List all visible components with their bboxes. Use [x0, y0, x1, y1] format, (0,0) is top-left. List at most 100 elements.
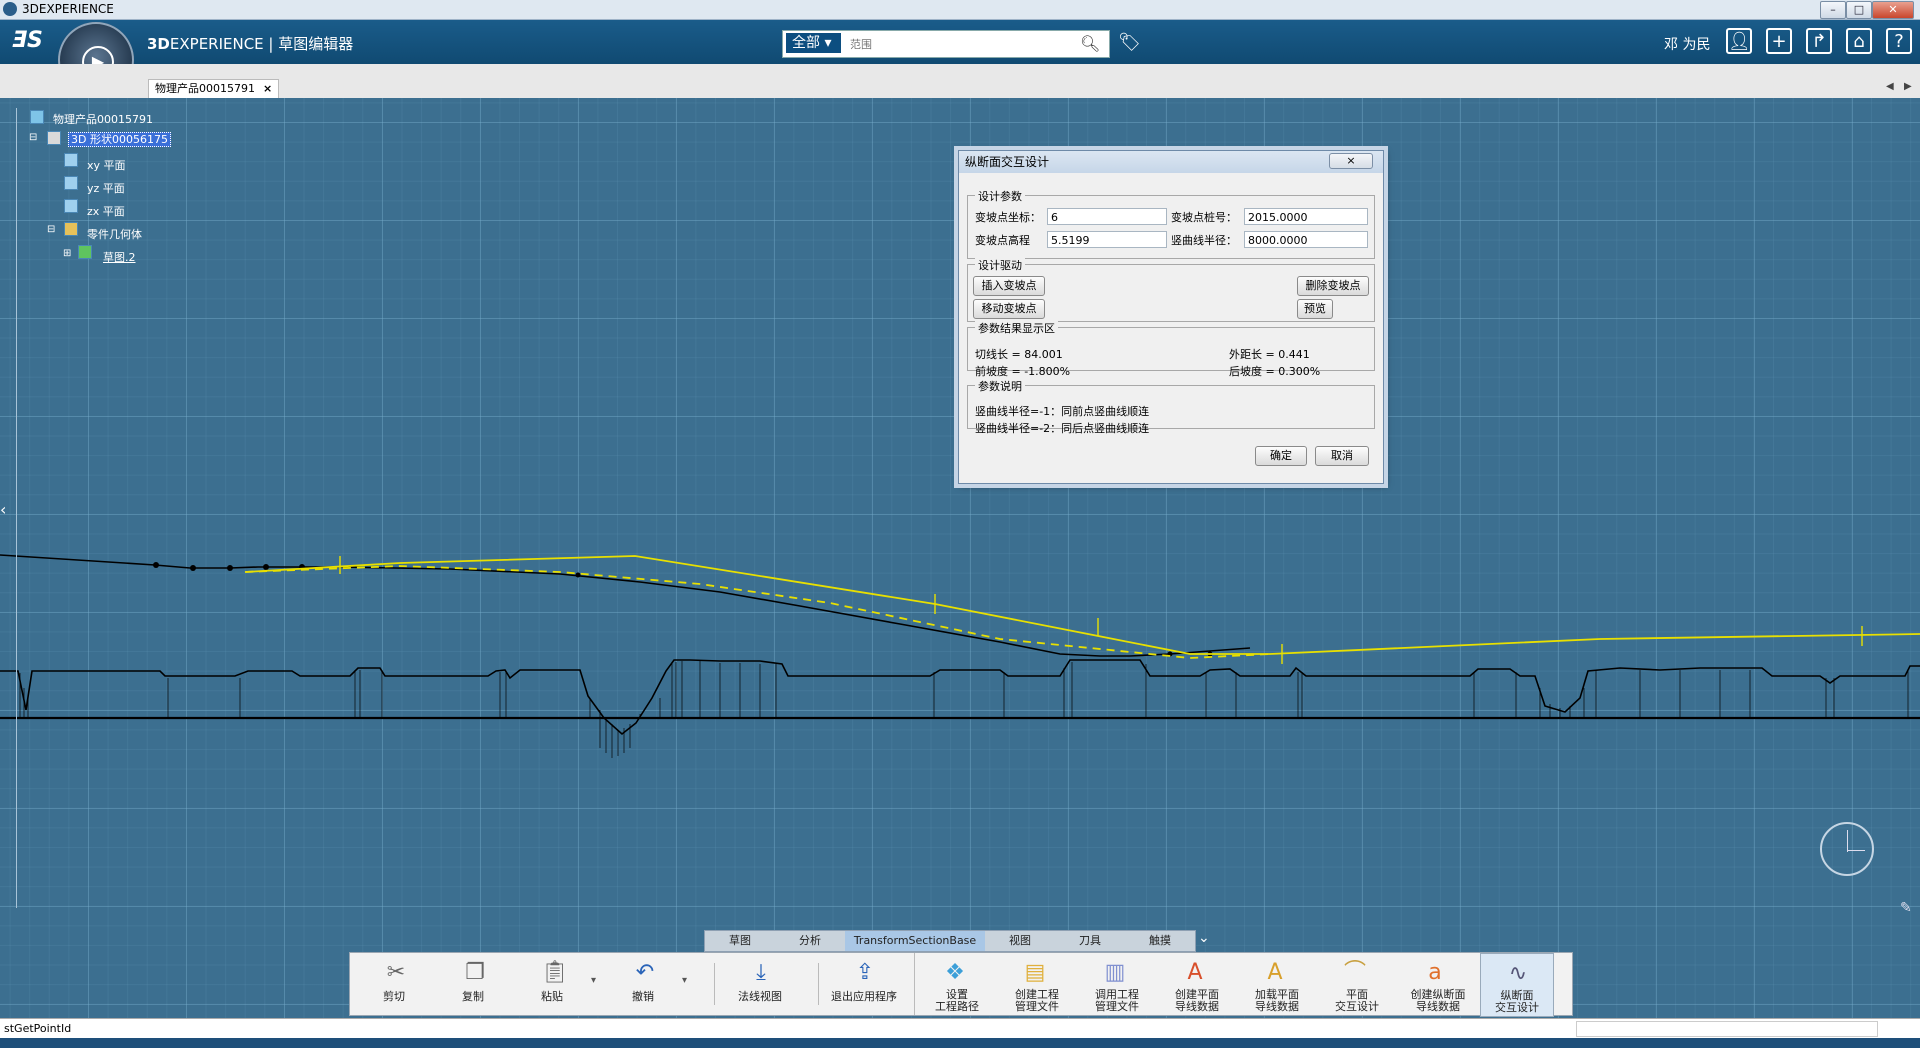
exit-icon: ⇪	[855, 960, 875, 985]
search-scope-dropdown[interactable]: 全部 ▾	[786, 33, 841, 53]
note-line: 竖曲线半径=-1：同前点竖曲线顺连	[975, 405, 1150, 418]
tab-analysis[interactable]: 分析	[775, 931, 845, 951]
insert-point-button[interactable]: 插入变坡点	[973, 276, 1045, 296]
profile-interact-label: 纵断面 交互设计	[1495, 989, 1539, 1014]
load-plane-label: 加载平面 导线数据	[1255, 988, 1299, 1013]
tree-item-yz[interactable]: yz 平面	[87, 180, 125, 196]
create-profile-label: 创建纵断面 导线数据	[1410, 988, 1466, 1013]
tree-shape[interactable]: 3D 形状00056175	[68, 131, 171, 147]
copy-label: 复制	[462, 990, 484, 1003]
radius-field[interactable]: 8000.0000	[1244, 231, 1368, 248]
command-input[interactable]	[1576, 1021, 1878, 1037]
tree-item-xy[interactable]: xy 平面	[87, 157, 126, 173]
tab-sketch[interactable]: 草图	[705, 931, 775, 951]
paste-button[interactable]: 📋︎ 粘贴	[517, 953, 587, 1015]
normal-view-button[interactable]: ⤓ 法线视图	[720, 953, 800, 1015]
help-icon[interactable]: ?	[1886, 28, 1912, 54]
exit-app-label: 退出应用程序	[831, 990, 897, 1003]
scissors-icon: ✂	[386, 960, 406, 985]
maximize-icon[interactable]: □	[1846, 1, 1872, 19]
create-mgmt-button[interactable]: ▤ 创建工程 管理文件	[998, 953, 1076, 1015]
dialog-close-button[interactable]: ×	[1329, 153, 1373, 169]
group-design-params	[967, 195, 1375, 259]
tree-root[interactable]: 物理产品00015791	[53, 111, 153, 127]
call-mgmt-label: 调用工程 管理文件	[1095, 988, 1139, 1013]
document-icon: ▥	[1104, 960, 1126, 985]
tag-icon[interactable]: 🏷︎	[1118, 32, 1141, 53]
exit-app-button[interactable]: ⇪ 退出应用程序	[824, 953, 904, 1015]
station-field[interactable]: 2015.0000	[1244, 208, 1368, 225]
chevron-down-icon[interactable]: ⌄	[1198, 930, 1210, 946]
search-input[interactable]	[848, 33, 1072, 55]
tab-view[interactable]: 视图	[985, 931, 1055, 951]
expand-node-icon[interactable]: ⊞	[63, 248, 71, 259]
plane-icon	[64, 176, 78, 190]
create-plane-label: 创建平面 导线数据	[1175, 988, 1219, 1013]
home-icon[interactable]: ⌂	[1846, 28, 1872, 54]
separator	[818, 963, 819, 1005]
app-logo-icon	[3, 2, 17, 16]
pencil-icon[interactable]: ✎	[1900, 900, 1912, 916]
tree-item-zx[interactable]: zx 平面	[87, 203, 125, 219]
dialog-title-bar[interactable]: 纵断面交互设计	[959, 151, 1383, 173]
app-title: 3DEXPERIENCE | 草图编辑器	[147, 35, 354, 53]
create-plane-button[interactable]: A 创建平面 导线数据	[1158, 953, 1236, 1015]
dialog-title: 纵断面交互设计	[965, 155, 1050, 169]
plane-icon	[64, 153, 78, 167]
ok-button[interactable]: 确定	[1255, 446, 1307, 466]
ds-logo-icon: ƎS	[12, 28, 43, 53]
call-mgmt-button[interactable]: ▥ 调用工程 管理文件	[1078, 953, 1156, 1015]
tab-document[interactable]: 物理产品00015791 ×	[148, 79, 280, 98]
tab-touch[interactable]: 触摸	[1125, 931, 1195, 951]
document-tab-bar	[0, 64, 1920, 99]
tree-shape-label[interactable]: 3D 形状00056175	[68, 132, 171, 147]
point-coord-label: 变坡点坐标：	[975, 211, 1041, 224]
tab-scroll-right-icon[interactable]: ▶	[1904, 81, 1912, 92]
preview-button[interactable]: 预览	[1297, 299, 1333, 319]
paste-icon: 📋︎	[541, 960, 569, 985]
load-plane-button[interactable]: A 加载平面 导线数据	[1238, 953, 1316, 1015]
delete-point-button[interactable]: 删除变坡点	[1297, 276, 1369, 296]
profile-interact-button[interactable]: ∿ 纵断面 交互设计	[1480, 953, 1554, 1017]
minimize-icon[interactable]: –	[1820, 1, 1846, 19]
share-icon[interactable]: ↱	[1806, 28, 1832, 54]
cut-button[interactable]: ✂ 剪切	[359, 953, 429, 1015]
external-distance: 外距长 = 0.441	[1229, 348, 1310, 361]
station-label: 变坡点桩号：	[1171, 211, 1237, 224]
cut-label: 剪切	[383, 990, 405, 1003]
view-compass-icon[interactable]	[1820, 822, 1874, 876]
terrain-profile	[0, 659, 1920, 736]
close-window-icon[interactable]: ✕	[1872, 1, 1914, 19]
undo-dropdown-icon[interactable]: ▾	[682, 975, 687, 986]
tab-transform-section[interactable]: TransformSectionBase	[845, 931, 985, 951]
group-title: 参数结果显示区	[975, 320, 1058, 336]
collapse-node-icon[interactable]: ⊟	[29, 132, 37, 143]
close-tab-icon[interactable]: ×	[263, 82, 272, 95]
add-icon[interactable]: +	[1766, 28, 1792, 54]
window-title-bar: 3DEXPERIENCE – □ ✕	[0, 0, 1920, 20]
paste-dropdown-icon[interactable]: ▾	[591, 975, 596, 986]
set-path-button[interactable]: ❖ 设置 工程路径	[918, 953, 996, 1015]
plane-interact-button[interactable]: ⌒ 平面 交互设计	[1318, 953, 1396, 1015]
tree-item-sketch[interactable]: 草图.2	[103, 249, 136, 265]
tab-tool[interactable]: 刀具	[1055, 931, 1125, 951]
status-bar: stGetPointId	[0, 1018, 1920, 1039]
undo-button[interactable]: ↶ 撤销	[608, 953, 678, 1015]
load-data-icon: A	[1267, 960, 1283, 985]
elevation-field[interactable]: 5.5199	[1047, 231, 1167, 248]
move-point-button[interactable]: 移动变坡点	[973, 299, 1045, 319]
collapse-node-icon[interactable]: ⊟	[47, 224, 55, 235]
action-toolbar: ✂ 剪切 ❐ 复制 📋︎ 粘贴 ▾ ↶ 撤销 ▾ ⤓ 法线视图 ⇪ 退出应用程序 ❖ 设置 工…	[349, 952, 1573, 1017]
point-coord-field[interactable]: 6	[1047, 208, 1167, 225]
tab-scroll-left-icon[interactable]: ◀	[1886, 81, 1894, 92]
create-profile-button[interactable]: a 创建纵断面 导线数据	[1398, 953, 1478, 1015]
search-icon[interactable]: 🔍︎	[1080, 34, 1100, 53]
copy-button[interactable]: ❐ 复制	[438, 953, 508, 1015]
separator	[714, 963, 715, 1005]
username[interactable]: 邓 为民	[1664, 34, 1710, 54]
plane-icon	[64, 199, 78, 213]
profile-icon[interactable]: 👤︎	[1726, 28, 1752, 54]
separator	[914, 953, 915, 1015]
tree-item-body[interactable]: 零件几何体	[87, 226, 142, 242]
cancel-button[interactable]: 取消	[1315, 446, 1369, 466]
